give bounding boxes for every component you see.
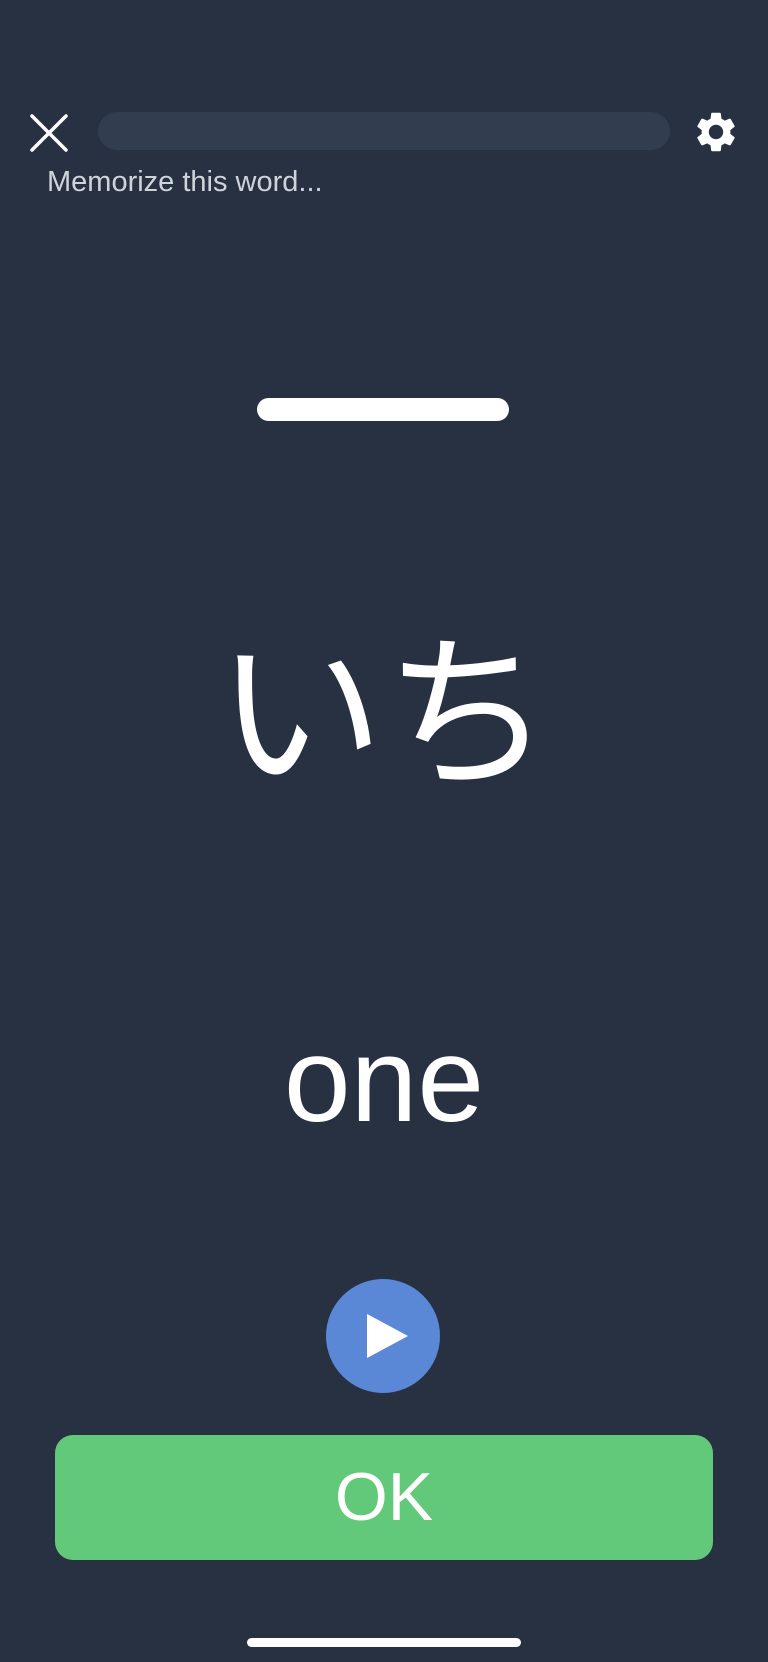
close-button[interactable] [28,112,70,154]
play-audio-button[interactable] [326,1279,440,1393]
close-icon [30,114,68,152]
ok-button[interactable]: OK [55,1435,713,1560]
gear-icon [697,112,735,152]
kanji-character [257,398,509,421]
reading-text: いち [216,617,552,813]
play-icon [367,1314,408,1358]
meaning-text: one [283,1013,485,1147]
home-indicator [247,1638,521,1647]
settings-button[interactable] [692,108,740,156]
progress-bar [98,112,670,150]
instruction-text: Memorize this word... [47,166,323,198]
